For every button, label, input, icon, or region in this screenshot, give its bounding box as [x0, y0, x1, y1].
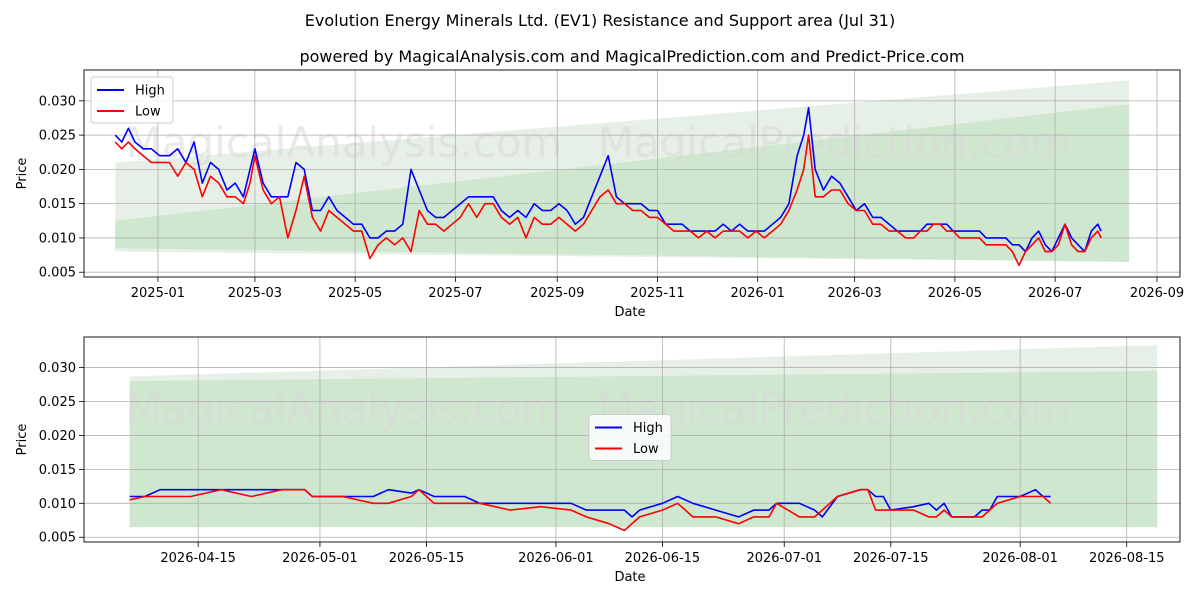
- y-tick-label: 0.025: [39, 129, 76, 144]
- y-tick-label: 0.020: [39, 429, 76, 444]
- x-tick-label: 2026-07: [1028, 286, 1082, 301]
- y-axis-label: Price: [15, 158, 30, 190]
- lower-chart-panel: MagicalAnalysis.com MagicalPrediction.com…: [15, 336, 1181, 585]
- x-tick-label: 2026-05-15: [389, 551, 465, 566]
- x-tick-label: 2025-05: [328, 286, 382, 301]
- y-tick-label: 0.030: [39, 361, 76, 376]
- upper-chart-panel: MagicalAnalysis.com MagicalPrediction.com…: [15, 69, 1184, 320]
- x-tick-label: 2026-07-15: [853, 551, 929, 566]
- x-tick-label: 2026-06-15: [625, 551, 701, 566]
- y-tick-label: 0.005: [39, 266, 76, 281]
- y-tick-label: 0.010: [39, 497, 76, 512]
- watermark-analysis: MagicalAnalysis.com: [126, 384, 563, 433]
- legend-low-label: Low: [633, 442, 659, 457]
- x-tick-label: 2026-05-01: [282, 551, 358, 566]
- x-tick-label: 2026-01: [731, 286, 785, 301]
- x-tick-label: 2026-04-15: [160, 551, 236, 566]
- x-tick-label: 2026-03: [827, 286, 881, 301]
- y-axis-label: Price: [15, 424, 30, 456]
- x-axis-label: Date: [614, 570, 645, 585]
- chart-subtitle: powered by MagicalAnalysis.com and Magic…: [299, 47, 964, 66]
- chart-svg: Evolution Energy Minerals Ltd. (EV1) Res…: [15, 11, 1184, 585]
- x-tick-label: 2025-03: [228, 286, 282, 301]
- y-tick-label: 0.010: [39, 231, 76, 246]
- x-tick-label: 2025-09: [530, 286, 584, 301]
- x-tick-label: 2025-07: [428, 286, 482, 301]
- y-tick-label: 0.015: [39, 463, 76, 478]
- legend-high-label: High: [633, 421, 663, 436]
- x-axis-label: Date: [614, 305, 645, 320]
- x-tick-label: 2025-11: [630, 286, 684, 301]
- legend-high-label: High: [135, 84, 165, 99]
- x-tick-label: 2026-08-15: [1089, 551, 1165, 566]
- y-tick-label: 0.030: [39, 94, 76, 109]
- watermark-analysis: MagicalAnalysis.com: [126, 118, 563, 167]
- y-tick-label: 0.025: [39, 395, 76, 410]
- x-tick-label: 2026-05: [928, 286, 982, 301]
- x-tick-label: 2026-07-01: [746, 551, 822, 566]
- x-tick-label: 2026-08-01: [982, 551, 1058, 566]
- x-tick-label: 2026-06-01: [518, 551, 594, 566]
- y-tick-label: 0.005: [39, 531, 76, 546]
- y-tick-label: 0.020: [39, 163, 76, 178]
- chart-title: Evolution Energy Minerals Ltd. (EV1) Res…: [305, 11, 895, 30]
- y-tick-label: 0.015: [39, 197, 76, 212]
- chart-legend: High Low: [90, 76, 174, 124]
- x-tick-label: 2025-01: [131, 286, 185, 301]
- legend-low-label: Low: [135, 105, 161, 120]
- chart-legend: High Low: [588, 414, 672, 461]
- watermark-prediction: MagicalPrediction.com: [598, 118, 1071, 167]
- x-tick-label: 2026-09: [1130, 286, 1184, 301]
- chart-figure: Evolution Energy Minerals Ltd. (EV1) Res…: [0, 0, 1200, 600]
